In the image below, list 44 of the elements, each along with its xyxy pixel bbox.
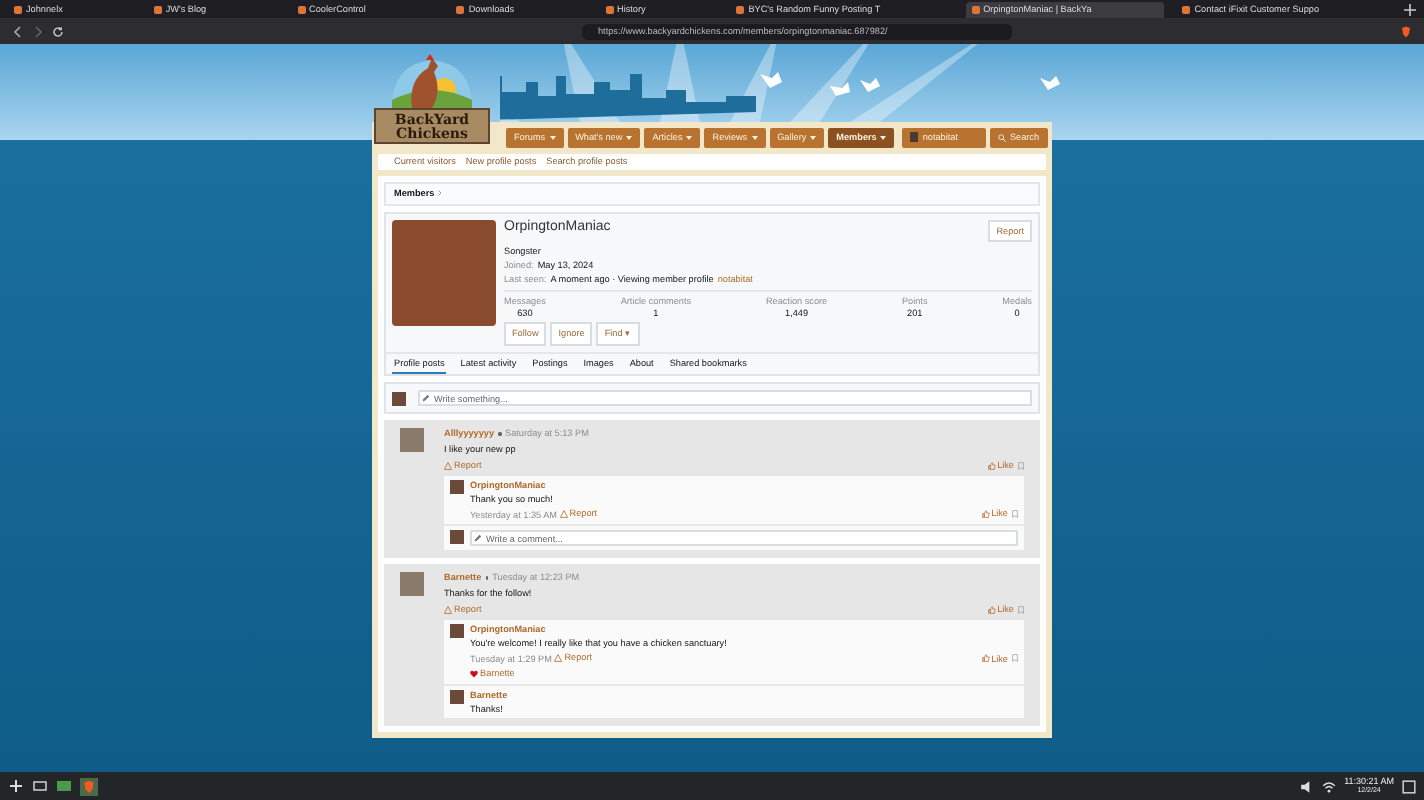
thumbs-up-icon <box>987 606 996 614</box>
avatar-placeholder <box>400 572 424 597</box>
pencil-icon <box>422 394 430 402</box>
volume-icon[interactable] <box>1300 779 1315 793</box>
favicon-icon <box>971 5 980 13</box>
separator-dot-icon <box>498 432 502 435</box>
favicon-icon <box>736 5 745 13</box>
wifi-icon[interactable] <box>1322 779 1337 793</box>
forward-icon[interactable] <box>32 25 44 37</box>
shield-icon <box>82 779 96 793</box>
thumbs-up-icon <box>981 654 990 663</box>
shield-icon[interactable] <box>1400 25 1412 37</box>
favicon-icon <box>1182 5 1191 13</box>
warning-icon <box>554 654 563 662</box>
warning-icon <box>444 461 452 470</box>
heart-icon <box>470 669 478 678</box>
thumbs-up-icon <box>981 510 990 519</box>
app-launcher-icon[interactable] <box>8 778 24 794</box>
avatar-placeholder <box>392 391 406 405</box>
avatar-placeholder <box>450 530 464 545</box>
favicon-icon <box>14 5 22 13</box>
show-desktop-icon[interactable] <box>1402 779 1416 793</box>
photo-placeholder <box>392 219 496 325</box>
avatar-placeholder <box>450 624 464 639</box>
warning-icon <box>559 509 568 518</box>
favicon-icon <box>153 5 162 13</box>
new-tab-icon[interactable] <box>1403 3 1416 15</box>
back-icon[interactable] <box>12 25 24 37</box>
avatar-placeholder <box>910 132 919 143</box>
favicon-icon <box>297 5 306 13</box>
taskbar-app-button[interactable] <box>80 777 98 795</box>
chicken-logo-icon <box>388 52 476 108</box>
search-icon <box>997 133 1006 142</box>
favicon-icon <box>456 5 465 13</box>
favicon-icon <box>605 5 613 13</box>
warning-icon <box>444 606 452 614</box>
folder-icon[interactable] <box>56 778 72 794</box>
avatar-placeholder <box>400 428 424 452</box>
reload-icon[interactable] <box>52 25 64 37</box>
pencil-icon <box>474 534 482 543</box>
thumbs-up-icon <box>987 461 996 470</box>
avatar-placeholder <box>450 480 464 494</box>
avatar-placeholder <box>450 689 464 703</box>
desktop-pager-icon[interactable] <box>32 778 48 794</box>
